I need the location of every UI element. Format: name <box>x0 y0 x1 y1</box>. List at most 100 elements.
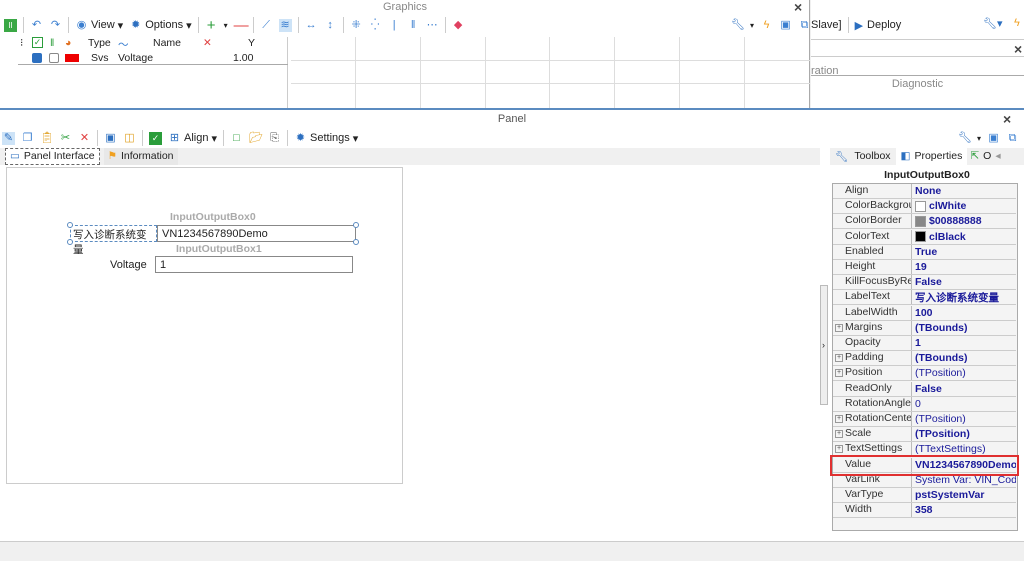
bring-front-icon[interactable]: ▣ <box>104 132 117 145</box>
expand-plus-icon[interactable]: + <box>835 354 843 363</box>
property-value[interactable]: (TBounds) <box>912 351 1016 365</box>
header-y[interactable]: Y <box>248 37 255 49</box>
view-menu[interactable]: ◉ View ▾ <box>75 19 124 32</box>
expand-plus-icon[interactable]: + <box>835 323 843 332</box>
expand-plus-icon[interactable]: + <box>835 445 843 454</box>
property-value[interactable]: (TTextSettings) <box>912 442 1016 456</box>
eraser-icon[interactable]: ◆ <box>452 19 465 32</box>
row-visible-checkbox[interactable] <box>32 53 42 63</box>
property-value[interactable]: pstSystemVar <box>912 488 1016 502</box>
property-row-textsettings[interactable]: + TextSettings (TTextSettings) <box>833 442 1016 458</box>
more-icon[interactable]: ⋯ <box>426 19 439 32</box>
align-menu[interactable]: ⊞ Align ▾ <box>168 132 217 145</box>
property-row-colorborder[interactable]: ColorBorder $00888888 <box>833 214 1016 230</box>
new-panel-icon[interactable]: □ <box>230 132 243 145</box>
property-value[interactable]: (TBounds) <box>912 321 1016 335</box>
pause-icon[interactable]: II <box>4 18 17 32</box>
property-value[interactable]: False <box>912 382 1016 396</box>
property-value[interactable]: None <box>912 184 1016 198</box>
panel-canvas[interactable]: InputOutputBox0 写入诊断系统变量 VN1234567890Dem… <box>6 167 403 484</box>
checkbox-tool-icon[interactable]: ✓ <box>149 131 162 145</box>
redo-icon[interactable]: ↷ <box>49 19 62 32</box>
property-row-colorbackgrour[interactable]: ColorBackgrour clWhite <box>833 199 1016 215</box>
property-row-colortext[interactable]: ColorText clBlack <box>833 229 1016 245</box>
property-value[interactable]: 19 <box>912 260 1016 274</box>
tab-panel-interface[interactable]: ▭ Panel Interface <box>5 148 100 165</box>
send-back-icon[interactable]: ◫ <box>123 132 136 145</box>
property-row-killfocusbyretu[interactable]: KillFocusByRetuFalse <box>833 275 1016 291</box>
property-value[interactable]: False <box>912 275 1016 289</box>
property-value[interactable]: (TPosition) <box>912 366 1016 380</box>
input-output-box0[interactable]: 写入诊断系统变量 VN1234567890Demo <box>67 222 359 256</box>
tab-properties[interactable]: ◧ Properties <box>895 148 968 165</box>
header-type[interactable]: Type <box>88 37 111 49</box>
cursor-v-icon[interactable]: ⁛ <box>369 19 382 32</box>
property-value[interactable]: 1 <box>912 336 1016 350</box>
property-value[interactable]: (TPosition) <box>912 412 1016 426</box>
columns-icon[interactable]: ⁝ <box>20 37 23 49</box>
property-value[interactable]: clBlack <box>912 230 1016 244</box>
property-row-padding[interactable]: + Padding (TBounds) <box>833 351 1016 367</box>
delete-icon[interactable]: ✕ <box>78 132 91 145</box>
marker-icon[interactable]: | <box>388 19 401 32</box>
lightning-icon[interactable]: ϟ <box>760 19 773 32</box>
close-icon[interactable]: × <box>1014 41 1022 57</box>
tab-toolbox[interactable]: 🔧︎ Toolbox <box>830 148 896 165</box>
add-icon[interactable]: + <box>205 18 218 33</box>
resize-handle[interactable] <box>67 222 73 228</box>
header-name[interactable]: Name <box>153 37 181 49</box>
paste-icon[interactable]: 📋︎ <box>40 132 54 145</box>
property-row-scale[interactable]: + Scale (TPosition) <box>833 427 1016 443</box>
property-row-varlink[interactable]: VarLink System Var: VIN_Code <box>833 472 1016 488</box>
table-row[interactable]: Svs Voltage 1.00 <box>18 52 288 65</box>
property-row-position[interactable]: + Position (TPosition) <box>833 366 1016 382</box>
open-folder-icon[interactable]: 📂︎ <box>249 132 263 145</box>
expand-plus-icon[interactable]: + <box>835 369 843 378</box>
property-row-labeltext[interactable]: LabelText 写入诊断系统变量 <box>833 290 1016 306</box>
popout-icon[interactable]: ⧉ <box>798 19 811 32</box>
wrench-icon[interactable]: 🔧︎▾ <box>983 17 1003 30</box>
property-value[interactable]: 358 <box>912 503 1016 517</box>
settings-menu[interactable]: ✹ Settings ▾ <box>294 132 358 145</box>
check-all-icon[interactable]: ✓ <box>32 37 43 48</box>
wrench-icon[interactable]: 🔧︎ <box>958 132 972 145</box>
property-row-value[interactable]: Value VN1234567890Demo <box>830 454 1019 476</box>
fit-vertical-icon[interactable]: ↕ <box>324 19 337 32</box>
expand-arrow-icon[interactable]: › <box>822 340 825 350</box>
panel-close-button[interactable]: × <box>1003 111 1011 127</box>
export-icon[interactable]: ⎘ <box>268 132 281 145</box>
edit-pencil-icon[interactable]: ✎ <box>2 131 15 145</box>
resize-handle[interactable] <box>67 239 73 245</box>
undo-icon[interactable]: ↶ <box>30 19 43 32</box>
property-row-enabled[interactable]: Enabled True <box>833 244 1016 260</box>
tab-information[interactable]: ⚑ Information <box>103 148 178 165</box>
chart-multi-icon[interactable]: ≋ <box>278 18 292 32</box>
property-row-vartype[interactable]: VarType pstSystemVar <box>833 488 1016 503</box>
window-close-icon[interactable]: ▣ <box>987 132 1000 145</box>
row-axis-checkbox[interactable] <box>49 53 59 63</box>
property-row-margins[interactable]: + Margins (TBounds) <box>833 320 1016 336</box>
row-color-swatch[interactable] <box>65 54 79 62</box>
tab-other[interactable]: ⇱ O ◂ <box>967 148 1003 165</box>
property-value[interactable]: clWhite <box>912 199 1016 213</box>
graphics-close-button[interactable]: × <box>794 0 802 15</box>
property-row-align[interactable]: Align None <box>833 184 1016 199</box>
remove-icon[interactable]: — <box>234 18 249 33</box>
chart-line-icon[interactable]: ⟋ <box>260 19 273 32</box>
property-row-readonly[interactable]: ReadOnly False <box>833 381 1016 397</box>
box1-value-field[interactable]: 1 <box>155 256 353 273</box>
expand-plus-icon[interactable]: + <box>835 430 843 439</box>
popout-icon[interactable]: ⧉ <box>1006 132 1019 145</box>
lightning-icon[interactable]: ϟ <box>1014 17 1020 29</box>
property-value[interactable]: System Var: VIN_Code <box>912 473 1016 487</box>
cursor-h-icon[interactable]: ⁜ <box>350 19 363 32</box>
property-value[interactable]: 0 <box>912 397 1016 411</box>
property-row-rotationangle[interactable]: RotationAngle 0 <box>833 396 1016 412</box>
copy-icon[interactable]: ❐ <box>21 132 34 145</box>
property-row-rotationcenter[interactable]: + RotationCenter (TPosition) <box>833 412 1016 427</box>
property-value[interactable]: $00888888 <box>912 214 1016 228</box>
plot-area[interactable] <box>291 37 810 108</box>
property-value[interactable]: (TPosition) <box>912 427 1016 441</box>
property-row-labelwidth[interactable]: LabelWidth 100 <box>833 305 1016 321</box>
property-value[interactable]: VN1234567890Demo <box>912 458 1016 472</box>
